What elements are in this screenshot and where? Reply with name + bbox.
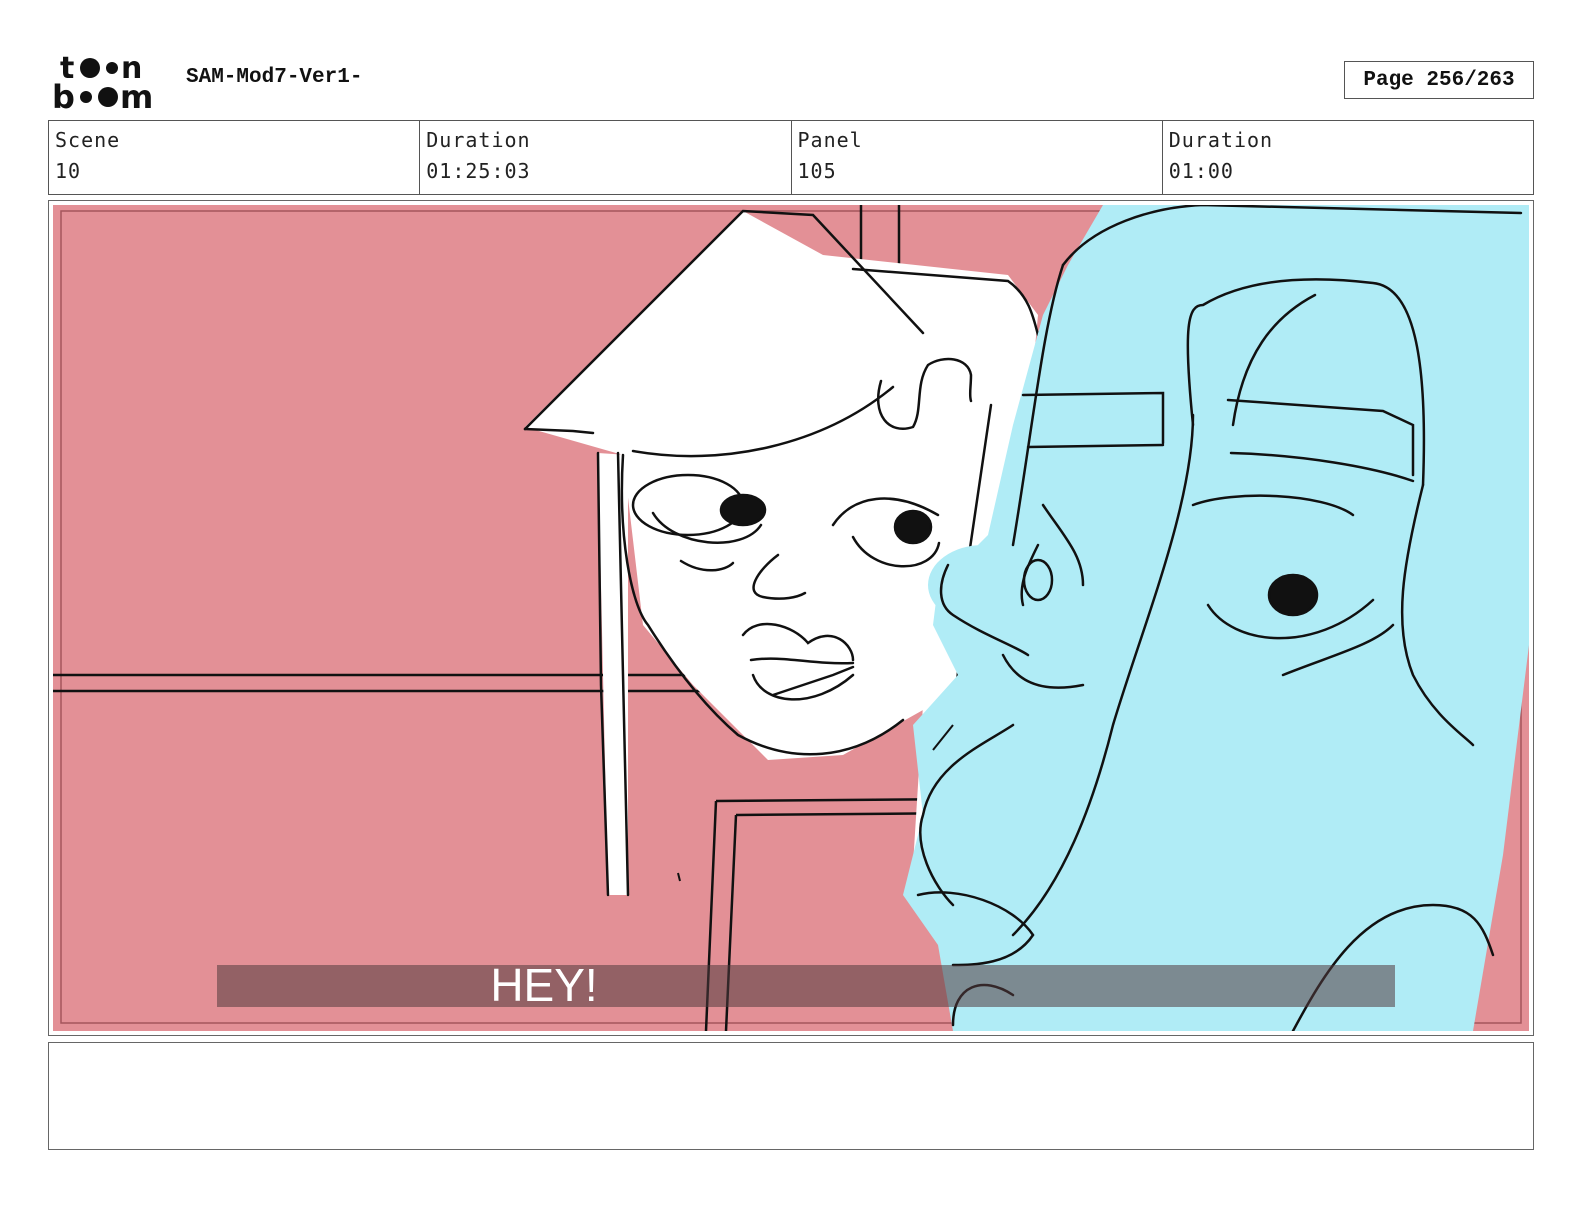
project-title: SAM-Mod7-Ver1- — [186, 66, 363, 89]
page-indicator: Page 256/263 — [1344, 61, 1534, 99]
scene-cell: Scene 10 — [49, 121, 421, 194]
panel-value: 105 — [797, 159, 837, 183]
panel-label: Panel — [797, 128, 863, 152]
scene-duration-value: 01:25:03 — [426, 159, 531, 183]
toon-boom-logo: t n b m — [52, 51, 153, 112]
subtitle-text: HEY! — [490, 959, 598, 1011]
panel-duration-label: Duration — [1168, 128, 1274, 152]
scene-duration-cell: Duration 01:25:03 — [420, 121, 792, 194]
panel-duration-cell: Duration 01:00 — [1163, 121, 1533, 194]
panel-cell: Panel 105 — [792, 121, 1163, 194]
panel-duration-value: 01:00 — [1168, 159, 1234, 183]
scene-info-table: Scene 10 Duration 01:25:03 Panel 105 Dur… — [48, 120, 1534, 195]
scene-label: Scene — [55, 128, 121, 152]
sketch-drawing — [53, 205, 1529, 1031]
scene-value: 10 — [55, 159, 82, 183]
panel-artwork: HEY! — [53, 205, 1529, 1031]
svg-text:b: b — [52, 78, 75, 112]
scene-duration-label: Duration — [426, 128, 531, 152]
storyboard-panel: HEY! — [48, 200, 1534, 1036]
panel-notes-box — [48, 1042, 1534, 1150]
svg-text:m: m — [120, 78, 153, 112]
